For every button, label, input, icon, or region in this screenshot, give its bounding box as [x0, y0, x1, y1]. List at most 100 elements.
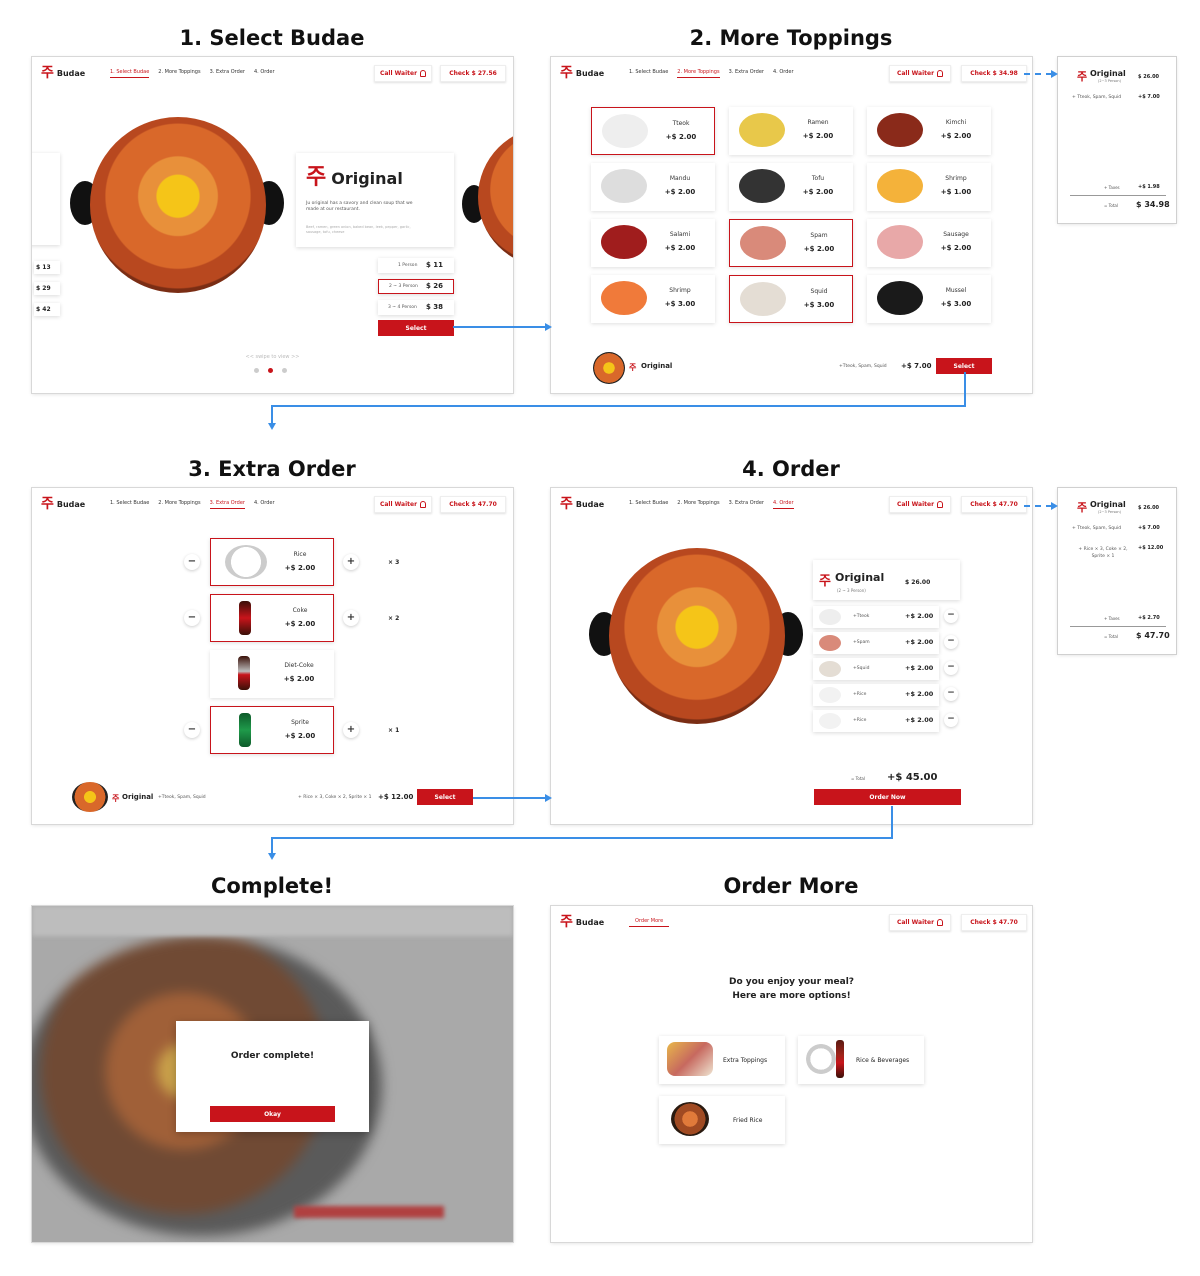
call-waiter-button[interactable]: Call Waiter: [889, 65, 951, 82]
logo[interactable]: 주 Budae: [560, 66, 604, 80]
size-option[interactable]: 1 Person $ 11: [378, 258, 454, 273]
tab-more-toppings[interactable]: 2. More Toppings: [677, 500, 719, 509]
title-order: 4. Order: [742, 457, 840, 481]
check-button[interactable]: Check $ 27.56: [440, 65, 506, 82]
carousel-dot[interactable]: [254, 368, 259, 373]
okay-button[interactable]: Okay: [210, 1106, 335, 1122]
tab-order[interactable]: 4. Order: [254, 69, 275, 78]
size-price: $ 26: [426, 282, 444, 290]
remove-line-button[interactable]: −: [944, 687, 958, 701]
call-waiter-button[interactable]: Call Waiter: [374, 496, 432, 513]
topping-card-salami[interactable]: Salami +$ 2.00: [591, 219, 715, 267]
tab-order-more[interactable]: Order More: [629, 918, 670, 927]
remove-line-button[interactable]: −: [944, 661, 958, 675]
flow-arrow-dashed: [1024, 505, 1052, 507]
extra-price: +$ 2.00: [284, 732, 316, 740]
topping-card-sausage[interactable]: Sausage +$ 2.00: [867, 219, 991, 267]
topping-price: +$ 2.00: [940, 244, 972, 252]
tab-extra-order[interactable]: 3. Extra Order: [209, 500, 245, 509]
topping-price: +$ 2.00: [664, 244, 696, 252]
tab-select-budae[interactable]: 1. Select Budae: [629, 500, 668, 509]
tab-order[interactable]: 4. Order: [772, 500, 794, 509]
tab-extra-order[interactable]: 3. Extra Order: [210, 69, 245, 78]
tab-more-toppings[interactable]: 2. More Toppings: [677, 69, 720, 78]
tab-select-budae[interactable]: 1. Select Budae: [110, 500, 149, 509]
check-button[interactable]: Check $ 34.98: [961, 65, 1027, 82]
tab-select-budae[interactable]: 1. Select Budae: [629, 69, 668, 78]
extra-card-sprite[interactable]: Sprite +$ 2.00: [210, 706, 334, 754]
dialog-message: Order complete!: [230, 1051, 315, 1061]
receipt-menu-name: Original: [1090, 500, 1126, 509]
topping-card-shrimp[interactable]: Shrimp +$ 3.00: [591, 275, 715, 323]
prev-menu-card[interactable]: [32, 153, 60, 245]
option-fried-rice[interactable]: Fried Rice: [659, 1096, 785, 1144]
flow-arrow: [271, 837, 893, 839]
check-button[interactable]: Check $ 47.70: [440, 496, 506, 513]
ju-logo-icon: 주: [112, 794, 120, 803]
topping-card-tofu[interactable]: Tofu +$ 2.00: [729, 163, 853, 211]
logo[interactable]: 주 Budae: [41, 497, 85, 511]
order-line: +Squid +$ 2.00: [813, 658, 939, 680]
option-extra-toppings[interactable]: Extra Toppings: [659, 1036, 785, 1084]
tab-extra-order[interactable]: 3. Extra Order: [729, 500, 764, 509]
logo[interactable]: 주 Budae: [41, 66, 85, 80]
tab-order[interactable]: 4. Order: [773, 69, 794, 78]
line-item-name: +Tteok: [853, 614, 870, 619]
select-button[interactable]: Select: [378, 320, 454, 336]
topping-card-ramen[interactable]: Ramen +$ 2.00: [729, 107, 853, 155]
carousel-dot[interactable]: [282, 368, 287, 373]
topping-card-mandu[interactable]: Mandu +$ 2.00: [591, 163, 715, 211]
decrease-button[interactable]: −: [184, 722, 200, 738]
size-option[interactable]: 3 ~ 4 Person $ 38: [378, 300, 454, 315]
prev-price[interactable]: $ 29: [34, 282, 60, 295]
next-pot-image[interactable]: [478, 127, 513, 267]
extra-card-coke[interactable]: Coke +$ 2.00: [210, 594, 334, 642]
option-rice-beverages[interactable]: Rice & Beverages: [798, 1036, 924, 1084]
check-button[interactable]: Check $ 47.70: [961, 914, 1027, 931]
tab-more-toppings[interactable]: 2. More Toppings: [158, 500, 200, 509]
check-button[interactable]: Check $ 47.70: [961, 496, 1027, 513]
call-waiter-button[interactable]: Call Waiter: [889, 496, 951, 513]
increase-button[interactable]: +: [343, 610, 359, 626]
increase-button[interactable]: +: [343, 554, 359, 570]
tab-extra-order[interactable]: 3. Extra Order: [729, 69, 764, 78]
extra-card-rice[interactable]: Rice +$ 2.00: [210, 538, 334, 586]
logo[interactable]: 주 Budae: [560, 497, 604, 511]
topping-name: Squid: [810, 288, 828, 295]
topping-card-spam[interactable]: Spam +$ 2.00: [729, 219, 853, 267]
decrease-button[interactable]: −: [184, 554, 200, 570]
topping-card-mussel[interactable]: Mussel +$ 3.00: [867, 275, 991, 323]
call-waiter-button[interactable]: Call Waiter: [374, 65, 432, 82]
size-option-selected[interactable]: 2 ~ 3 Person $ 26: [378, 279, 454, 294]
topping-name: Tofu: [811, 175, 825, 182]
logo-text: Budae: [56, 499, 86, 509]
decrease-button[interactable]: −: [184, 610, 200, 626]
topping-card-kimchi[interactable]: Kimchi +$ 2.00: [867, 107, 991, 155]
tab-select-budae[interactable]: 1. Select Budae: [110, 69, 150, 78]
order-now-button[interactable]: Order Now: [814, 789, 961, 805]
topping-card-tteok[interactable]: Tteok +$ 2.00: [591, 107, 715, 155]
check-label: Check $ 47.70: [449, 501, 497, 508]
topping-card-squid[interactable]: Squid +$ 3.00: [729, 275, 853, 323]
tab-more-toppings[interactable]: 2. More Toppings: [158, 69, 200, 78]
order-line: +Rice +$ 2.00: [813, 684, 939, 706]
logo[interactable]: 주 Budae: [560, 915, 604, 929]
prev-price[interactable]: $ 42: [34, 303, 60, 316]
receipt-line: + Rice × 3, Coke × 2, Sprite × 1: [1078, 547, 1128, 559]
topping-price: +$ 2.00: [665, 133, 697, 141]
tab-order[interactable]: 4. Order: [254, 500, 275, 509]
topping-name: Mandu: [669, 175, 691, 182]
logo-text: Budae: [575, 68, 605, 78]
call-waiter-button[interactable]: Call Waiter: [889, 914, 951, 931]
prev-price[interactable]: $ 13: [34, 261, 60, 274]
topping-card-shrimp[interactable]: Shrimp +$ 1.00: [867, 163, 991, 211]
remove-line-button[interactable]: −: [944, 713, 958, 727]
extra-card-diet-coke[interactable]: Diet-Coke +$ 2.00: [210, 650, 334, 698]
remove-line-button[interactable]: −: [944, 609, 958, 623]
carousel-dot-active[interactable]: [268, 368, 273, 373]
increase-button[interactable]: +: [343, 722, 359, 738]
select-button[interactable]: Select: [417, 789, 473, 805]
remove-line-button[interactable]: −: [944, 635, 958, 649]
order-total: +$ 45.00: [887, 772, 938, 783]
option-label: Extra Toppings: [723, 1057, 768, 1064]
